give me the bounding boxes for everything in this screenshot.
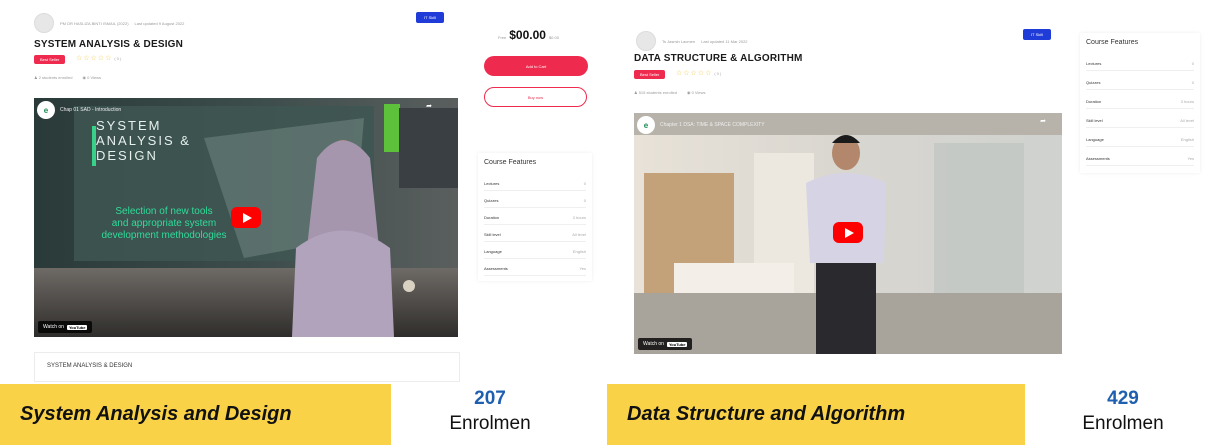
description-title: SYSTEM ANALYSIS & DESIGN	[47, 363, 133, 369]
share-icon[interactable]: ➦	[1034, 117, 1052, 135]
author-row: Ts Jasmin Lacmen Last updated 11 Mar 202…	[636, 31, 748, 51]
play-button[interactable]	[833, 222, 863, 243]
last-updated: Last updated 11 Mar 2022	[701, 38, 748, 44]
caption-text: System Analysis and Design	[20, 403, 292, 425]
views-count: ◉ 0 Views	[82, 75, 102, 80]
bestseller-tag: Best Seller	[634, 70, 666, 79]
course-title: SYSTEM ANALYSIS & DESIGN	[34, 39, 184, 50]
author-name[interactable]: PM DR HASLIZA BINTI ISMAIL (2022)	[60, 21, 129, 26]
feature-row: Skill level All level	[1086, 118, 1194, 128]
video-title[interactable]: Chap 01 SAD - Introduction	[60, 107, 121, 113]
avatar	[636, 31, 656, 51]
course-video[interactable]: e Chap 01 SAD - Introduction ➦ SYSTEM AN…	[34, 98, 458, 337]
price: $00.00	[509, 28, 546, 42]
enrolment-label: Enrolmen	[1082, 413, 1164, 434]
price-row: Free $00.00 $0.00	[498, 28, 559, 42]
feature-row: Duration 3 hours	[1086, 99, 1194, 109]
buy-now-button[interactable]: Buy now	[484, 87, 587, 107]
feature-row: Skill level All level	[484, 232, 586, 242]
author-row: PM DR HASLIZA BINTI ISMAIL (2022) Last u…	[34, 13, 184, 33]
meta-row: ♟ 2 students enrolled ◉ 0 Views	[34, 75, 101, 80]
feature-row: Language English	[1086, 137, 1194, 147]
last-updated: Last updated 9 August 2022	[134, 20, 185, 26]
course-description-header: SYSTEM ANALYSIS & DESIGN	[34, 352, 460, 382]
rating-count: (0)	[114, 56, 123, 61]
students-enrolled: ♟ 515 students enrolled	[634, 90, 677, 95]
watch-on-youtube[interactable]: Watch on YouTube	[38, 321, 93, 333]
meta-row: ♟ 515 students enrolled ◉ 0 Views	[634, 90, 706, 95]
features-title: Course Features	[484, 159, 537, 166]
price-prefix: Free	[498, 35, 507, 40]
avatar	[34, 13, 54, 33]
course-title: DATA STRUCTURE & ALGORITHM	[634, 53, 803, 64]
author-name[interactable]: Ts Jasmin Lacmen	[662, 39, 695, 44]
features-title: Course Features	[1086, 39, 1139, 46]
category-badge[interactable]: IT Skill	[1023, 29, 1051, 40]
students-enrolled: ♟ 2 students enrolled	[34, 75, 73, 80]
video-caption: Selection of new tools and appropriate s…	[101, 206, 227, 241]
course-features: Course Features Lectures 0 Quizzes 0 Durat…	[478, 153, 592, 281]
feature-row: Language English	[484, 249, 586, 259]
price-old: $0.00	[548, 35, 559, 40]
feature-row: Quizzes 0	[1086, 80, 1194, 90]
rating-stars: ☆☆☆☆☆ (0)	[76, 55, 123, 62]
enrolment-sad: 207 Enrolmen	[440, 388, 540, 435]
rating-count: (0)	[714, 71, 723, 76]
video-overlay-title: SYSTEM ANALYSIS & DESIGN	[96, 118, 191, 163]
rating-stars: ☆☆☆☆☆ (0)	[676, 70, 723, 77]
bestseller-tag: Best Seller	[34, 55, 66, 64]
enrolment-count: 207	[474, 388, 506, 409]
caption-text: Data Structure and Algorithm	[627, 403, 906, 425]
feature-row: Lectures 0	[1086, 61, 1194, 71]
video-title[interactable]: Chapter 1 DSA: TIME & SPACE COMPLEXITY	[660, 122, 765, 128]
views-count: ◉ 0 Views	[686, 90, 706, 95]
enrolment-label: Enrolmen	[449, 413, 531, 434]
feature-row: Lectures 0	[484, 181, 586, 191]
course-video[interactable]: e Chapter 1 DSA: TIME & SPACE COMPLEXITY…	[634, 113, 1062, 354]
watch-on-youtube[interactable]: Watch on YouTube	[638, 338, 693, 350]
enrolment-count: 429	[1107, 388, 1139, 409]
course-features: Course Features Lectures 0 Quizzes 0 Durat…	[1080, 33, 1200, 173]
add-to-cart-button[interactable]: Add to Cart	[484, 56, 588, 76]
category-badge[interactable]: IT Skill	[416, 12, 444, 23]
feature-row: Assessments Yes	[484, 266, 586, 276]
enrolment-dsa: 429 Enrolmen	[1073, 388, 1173, 435]
feature-row: Assessments Yes	[1086, 156, 1194, 166]
channel-logo[interactable]: e	[637, 116, 655, 134]
feature-row: Duration 3 hours	[484, 215, 586, 225]
channel-logo[interactable]: e	[37, 101, 55, 119]
course-caption-sad: System Analysis and Design	[0, 384, 391, 445]
feature-row: Quizzes 0	[484, 198, 586, 208]
course-caption-dsa: Data Structure and Algorithm	[607, 384, 1025, 445]
play-button[interactable]	[231, 207, 261, 228]
share-icon[interactable]: ➦	[420, 102, 438, 120]
